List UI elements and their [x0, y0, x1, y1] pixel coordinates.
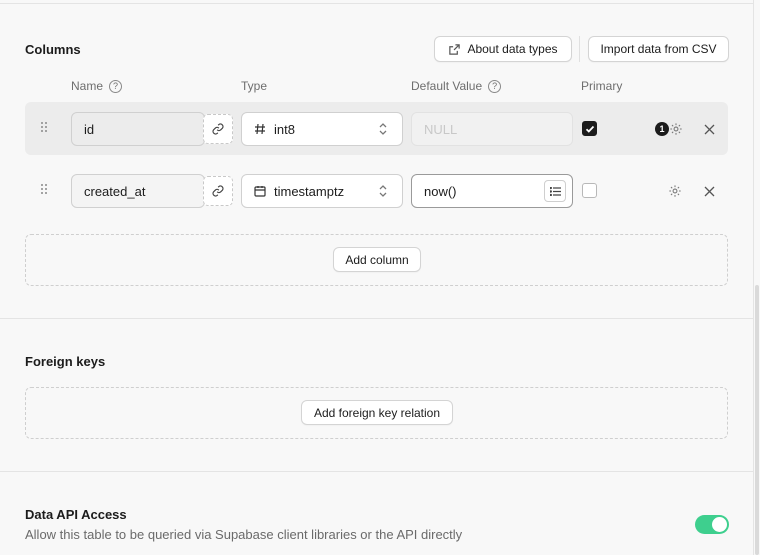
name-column-header: Name ? [71, 79, 123, 93]
scrollbar-thumb[interactable] [755, 285, 759, 555]
foreign-key-link-button[interactable] [203, 114, 233, 144]
chevron-up-down-icon [379, 185, 387, 197]
import-csv-label: Import data from CSV [600, 42, 717, 56]
primary-header-label: Primary [581, 79, 623, 93]
default-value-text: now() [424, 183, 457, 199]
column-name-value: id [84, 121, 95, 137]
list-icon [549, 186, 561, 196]
foreign-key-link-button[interactable] [203, 176, 233, 206]
primary-checkbox[interactable] [582, 183, 597, 198]
add-column-label: Add column [345, 252, 409, 267]
gear-icon[interactable] [667, 183, 683, 199]
data-api-access-toggle[interactable] [695, 515, 729, 534]
hash-icon [255, 123, 265, 135]
default-value-header-label: Default Value [411, 79, 483, 93]
type-column-header: Type [241, 79, 267, 93]
close-icon[interactable] [701, 183, 717, 199]
top-divider [0, 0, 753, 4]
column-type-value: timestamptz [274, 183, 345, 199]
gear-icon[interactable] [668, 121, 684, 137]
suggestions-list-button[interactable] [544, 180, 566, 202]
add-foreign-key-button[interactable]: Add foreign key relation [301, 400, 453, 425]
link-icon [212, 123, 224, 135]
default-value-input[interactable]: now() [411, 174, 573, 208]
drag-handle-icon[interactable] [41, 122, 49, 134]
section-divider [0, 318, 753, 319]
link-icon [212, 185, 224, 197]
data-api-access-title: Data API Access [25, 507, 127, 522]
name-header-label: Name [71, 79, 104, 93]
column-name-input[interactable]: id [71, 112, 205, 146]
toggle-knob [712, 517, 727, 532]
about-data-types-button[interactable]: About data types [434, 36, 572, 62]
data-api-access-description: Allow this table to be queried via Supab… [25, 527, 463, 542]
columns-title: Columns [25, 42, 81, 57]
external-link-icon [449, 43, 461, 55]
column-type-value: int8 [274, 121, 295, 137]
column-type-select[interactable]: int8 [241, 112, 403, 146]
drag-handle-icon[interactable] [41, 184, 49, 196]
add-column-button[interactable]: Add column [333, 247, 421, 272]
primary-checkbox[interactable] [582, 121, 597, 136]
default-value-input[interactable]: NULL [411, 112, 573, 146]
settings-count-badge: 1 [655, 122, 669, 136]
default-value-placeholder: NULL [424, 121, 458, 137]
default-value-column-header: Default Value ? [411, 79, 502, 93]
scrollbar[interactable] [753, 0, 760, 555]
column-type-select[interactable]: timestamptz [241, 174, 403, 208]
about-data-types-label: About data types [467, 42, 558, 56]
column-name-value: created_at [84, 183, 146, 199]
column-name-input[interactable]: created_at [71, 174, 205, 208]
help-icon[interactable]: ? [488, 79, 502, 93]
check-icon [585, 125, 594, 133]
type-header-label: Type [241, 79, 268, 93]
close-icon[interactable] [701, 121, 717, 137]
import-csv-button[interactable]: Import data from CSV [588, 36, 729, 62]
add-foreign-key-label: Add foreign key relation [313, 405, 441, 420]
section-divider [0, 471, 753, 472]
help-icon[interactable]: ? [109, 79, 123, 93]
foreign-keys-title: Foreign keys [25, 354, 106, 369]
chevron-up-down-icon [379, 123, 387, 135]
calendar-icon [254, 186, 266, 197]
button-separator [579, 36, 580, 62]
primary-column-header: Primary [581, 79, 622, 93]
